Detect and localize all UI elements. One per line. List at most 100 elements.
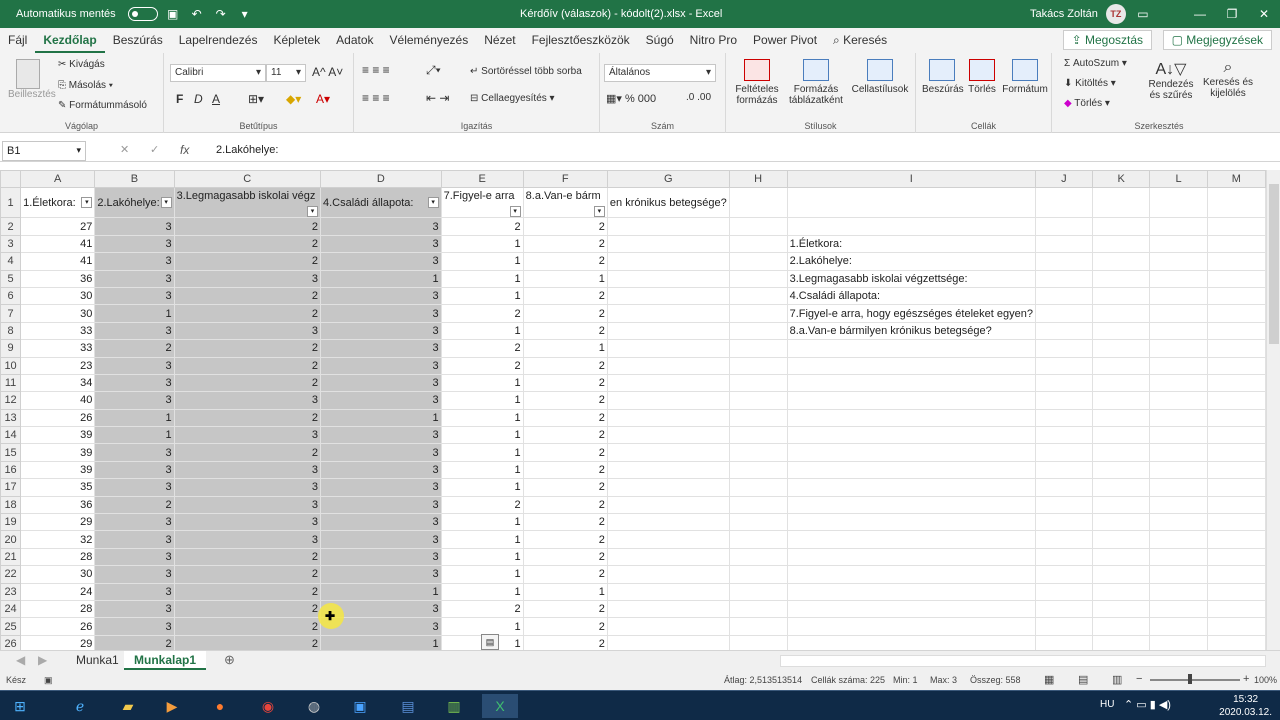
cell[interactable]: 30 (20, 565, 96, 584)
cell[interactable]: 3 (94, 460, 175, 480)
cell[interactable] (1206, 513, 1266, 532)
cell[interactable]: 1 (94, 408, 175, 428)
cell[interactable] (1149, 304, 1208, 323)
cell[interactable]: 1 (440, 391, 524, 410)
tab-scroll-right-icon[interactable]: ▶ (38, 653, 47, 667)
header-cell[interactable]: 8.a.Van-e bárm ▾ (522, 187, 608, 219)
cell[interactable] (1034, 269, 1093, 288)
cell[interactable]: 2 (173, 286, 321, 306)
cell[interactable]: 3 (319, 321, 442, 341)
undo-icon[interactable]: ↶ (188, 7, 206, 21)
cell[interactable]: 3 (319, 565, 442, 584)
cell[interactable]: 1 (440, 234, 524, 254)
cell[interactable]: 2 (173, 443, 321, 462)
close-icon[interactable]: ✕ (1248, 0, 1280, 28)
row-header[interactable]: 6 (0, 286, 22, 306)
font-name-select[interactable]: Calibri ▾ (170, 64, 266, 82)
cell[interactable] (606, 321, 730, 341)
cell[interactable] (1149, 478, 1208, 497)
cell[interactable] (728, 582, 788, 601)
row-header[interactable]: 10 (0, 356, 22, 375)
zoom-slider-thumb[interactable] (1188, 674, 1192, 684)
cell[interactable]: 2 (522, 565, 608, 584)
cell[interactable] (1206, 426, 1266, 445)
cell[interactable] (728, 426, 788, 445)
conditional-formatting-button[interactable]: Feltételes formázás (732, 59, 782, 106)
cell[interactable] (1091, 443, 1151, 462)
cell[interactable]: 40 (20, 391, 96, 410)
cell[interactable] (1034, 234, 1093, 254)
formula-input[interactable]: 2.Lakóhelye: (216, 144, 278, 156)
cell[interactable]: 33 (20, 339, 96, 358)
cell[interactable] (728, 599, 788, 619)
cell[interactable]: 3 (94, 599, 175, 619)
cell[interactable] (606, 286, 730, 306)
cell[interactable] (1034, 217, 1093, 236)
tab-nitro-pro[interactable]: Nitro Pro (682, 28, 745, 53)
avatar[interactable]: TZ (1105, 4, 1126, 24)
cell[interactable]: 2 (440, 217, 524, 236)
cell[interactable]: 1 (440, 547, 524, 567)
align-left-icon[interactable]: ≡ ≡ ≡ (362, 91, 390, 105)
decimal-icon[interactable]: .0 .00 (686, 92, 711, 103)
file-explorer-icon[interactable]: ▰ (110, 694, 146, 718)
cell[interactable] (1149, 565, 1208, 584)
cell[interactable] (1206, 495, 1266, 515)
cell[interactable] (1149, 617, 1208, 636)
cell[interactable]: 2 (440, 495, 524, 515)
format-cells-button[interactable]: Formátum (1002, 59, 1048, 95)
cell[interactable] (1034, 339, 1093, 358)
cell[interactable] (1091, 391, 1151, 410)
cell[interactable]: 2 (173, 599, 321, 619)
cell[interactable]: 3 (94, 373, 175, 393)
cell[interactable] (1091, 356, 1151, 375)
tab-file[interactable]: Fájl (0, 28, 35, 53)
cell[interactable] (1091, 530, 1151, 549)
cell[interactable]: 3 (319, 339, 442, 358)
cell[interactable] (1091, 599, 1151, 619)
cell[interactable] (728, 339, 788, 358)
cell[interactable]: 1 (440, 252, 524, 271)
cell[interactable] (1206, 391, 1266, 410)
tab-formulas[interactable]: Képletek (265, 28, 328, 53)
cell[interactable] (1034, 599, 1093, 619)
cell[interactable]: 2 (173, 373, 321, 393)
cell[interactable]: 3 (173, 426, 321, 445)
cell[interactable]: 1 (440, 426, 524, 445)
cell[interactable] (1149, 339, 1208, 358)
insert-cells-button[interactable]: Beszúrás (922, 59, 964, 95)
row-header[interactable]: 20 (0, 530, 22, 549)
sheet-table[interactable]: A B C D E F G H I J K L M 1 1.Életkora: ▾… (0, 170, 1266, 654)
cell[interactable]: 2 (173, 547, 321, 567)
cell[interactable]: 39 (20, 460, 96, 480)
cell[interactable]: 2 (440, 356, 524, 375)
cell[interactable] (606, 217, 730, 236)
fill-color-icon[interactable]: ◆▾ (286, 92, 301, 106)
media-player-icon[interactable]: ▶ (154, 694, 190, 718)
cell[interactable]: 1 (94, 426, 175, 445)
cell[interactable] (1034, 426, 1093, 445)
cell[interactable] (1206, 565, 1266, 584)
cell[interactable] (1091, 460, 1151, 480)
cell[interactable] (1034, 373, 1093, 393)
autosum-button[interactable]: Σ AutoSzum ▾ (1064, 58, 1127, 69)
cell[interactable] (1034, 513, 1093, 532)
cell[interactable]: 3 (319, 286, 442, 306)
indent-icon[interactable]: ⇤ ⇥ (426, 91, 449, 105)
zoom-in-icon[interactable]: + (1243, 673, 1249, 685)
underline-button[interactable]: A (212, 92, 220, 106)
start-icon[interactable]: ⊞ (2, 694, 38, 718)
save-icon[interactable]: ▣ (164, 7, 182, 21)
filter-dropdown-icon[interactable]: ▾ (306, 206, 318, 217)
cell[interactable]: 30 (20, 286, 96, 306)
cell[interactable] (1091, 426, 1151, 445)
cell[interactable] (606, 460, 730, 480)
cell[interactable]: 2 (522, 391, 608, 410)
cell[interactable]: 3 (94, 234, 175, 254)
cell[interactable]: 39 (20, 443, 96, 462)
cell[interactable]: 2 (522, 321, 608, 341)
cell[interactable] (728, 495, 788, 515)
cell[interactable]: 2 (173, 565, 321, 584)
cell[interactable]: 1 (440, 286, 524, 306)
column-header[interactable]: J (1034, 170, 1093, 189)
